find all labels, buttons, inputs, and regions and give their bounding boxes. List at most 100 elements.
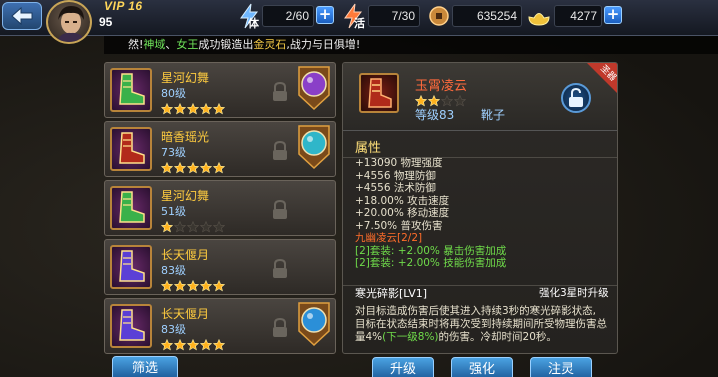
equipment-name: 长天偃月 — [161, 307, 210, 321]
lock-icon — [271, 317, 289, 339]
filter-button[interactable]: 筛选 — [112, 356, 178, 377]
star-filled-icon — [212, 277, 226, 292]
equipment-screen: VIP 16 95 体 2/60 + 活 7/30 635254 4277 + … — [0, 0, 718, 377]
gem-socket-icon — [295, 124, 333, 170]
equipment-stars — [160, 100, 226, 115]
detail-level: 等级83 — [415, 108, 455, 122]
star-filled-icon — [199, 277, 213, 292]
star-filled-icon — [199, 159, 213, 174]
equipment-stars — [160, 218, 226, 233]
star-empty-icon — [453, 92, 467, 111]
equipment-list-item[interactable]: 长天偃月 83级 — [104, 298, 336, 354]
equipment-level: 83级 — [161, 323, 186, 336]
upgrade-button[interactable]: 升级 — [372, 357, 434, 377]
equipment-level: 83级 — [161, 264, 186, 277]
star-filled-icon — [173, 277, 187, 292]
copper-coin-icon — [426, 2, 452, 30]
equipment-name: 星河幻舞 — [161, 71, 210, 85]
skill-description: 对目标造成伤害后使其进入持续3秒的寒光碎影状态, 目标在状态结束时将再次受到持续… — [355, 305, 617, 344]
attributes-title: 属性 — [355, 141, 382, 156]
stamina-value: 2/60 — [262, 5, 314, 27]
equipment-list-item[interactable]: 长天偃月 83级 — [104, 239, 336, 295]
equipment-stars — [160, 336, 226, 351]
ticker-name-2: 女王 — [176, 38, 199, 51]
shoe-item-icon — [110, 127, 152, 171]
star-filled-icon — [160, 159, 174, 174]
star-filled-icon — [160, 100, 174, 115]
ticker-middle: 成功锻造出 — [198, 38, 254, 51]
infuse-button[interactable]: 注灵 — [530, 357, 592, 377]
star-filled-icon — [160, 218, 174, 233]
lock-icon — [271, 81, 289, 103]
skill-name: 寒光碎影[LV1] — [355, 287, 428, 300]
back-arrow-icon — [11, 6, 33, 26]
star-filled-icon — [212, 336, 226, 351]
equipment-name: 星河幻舞 — [161, 189, 210, 203]
enhance-button[interactable]: 强化 — [451, 357, 513, 377]
add-gold-button[interactable]: + — [604, 6, 622, 24]
equipment-name: 暗香瑶光 — [161, 130, 210, 144]
set-bonus: [2]套装: +2.00% 技能伤害加成 — [355, 257, 507, 269]
player-level: 95 — [99, 15, 113, 29]
shoe-item-icon — [110, 186, 152, 230]
ticker-name-1: 神域 — [143, 38, 166, 51]
attribute-line: +20.00% 移动速度 — [355, 207, 450, 219]
star-empty-icon — [199, 218, 213, 233]
unlock-icon — [569, 88, 583, 107]
stamina-label: 体 — [248, 18, 259, 30]
equipment-list-item[interactable]: 星河幻舞 51级 — [104, 180, 336, 236]
news-ticker: 然!神域、女王成功锻造出金灵石,战力与日俱增! — [104, 36, 718, 54]
star-filled-icon — [173, 100, 187, 115]
gem-socket-icon — [295, 301, 333, 347]
equipment-level: 80级 — [161, 87, 186, 100]
ticker-suffix: ,战力与日俱增! — [286, 38, 361, 51]
star-empty-icon — [173, 218, 187, 233]
star-filled-icon — [186, 159, 200, 174]
equipment-list-item[interactable]: 星河幻舞 80级 — [104, 62, 336, 118]
skill-desc-next: (下一级8%) — [382, 331, 439, 343]
star-filled-icon — [173, 159, 187, 174]
equipment-name: 长天偃月 — [161, 248, 210, 262]
holy-badge-text: 圣器 — [598, 63, 618, 84]
attribute-line: +13090 物理强度 — [355, 157, 443, 169]
attribute-line: +7.50% 普攻伤害 — [355, 219, 443, 232]
ticker-item: 金灵石 — [253, 38, 287, 51]
activity-label: 活 — [354, 18, 365, 30]
lock-icon — [271, 258, 289, 280]
ticker-prefix: 然! — [128, 38, 144, 51]
boots-item-icon — [359, 73, 399, 113]
star-filled-icon — [173, 336, 187, 351]
equipment-list: 星河幻舞 80级 暗香瑶光 73级 星河幻舞 51级 长天偃月 83级 长天偃月 83级 — [104, 62, 336, 354]
skill-desc-line: 对目标造成伤害后使其进入持续3秒的寒光碎影状态, — [355, 305, 597, 317]
equipment-stars — [160, 277, 226, 292]
star-filled-icon — [186, 336, 200, 351]
equipment-stars — [160, 159, 226, 174]
holy-badge: 圣器 — [586, 63, 618, 96]
star-filled-icon — [199, 100, 213, 115]
lock-icon — [271, 199, 289, 221]
set-name: 九幽凌云[2/2] — [355, 232, 423, 244]
gold-ingot-icon — [526, 2, 552, 30]
vip-label: VIP 16 — [104, 0, 143, 13]
detail-header: 玉霄凌云 等级83 靴子 圣器 — [343, 63, 618, 131]
player-avatar[interactable] — [46, 0, 92, 44]
skill-desc-line: 目标在状态结束时将再次受到持续期间所受物理伤害总 — [355, 318, 607, 330]
star-filled-icon — [199, 336, 213, 351]
attribute-line: +4556 法术防御 — [355, 182, 436, 194]
attribute-line: +18.00% 攻击速度 — [355, 194, 450, 207]
equipment-list-item[interactable]: 暗香瑶光 73级 — [104, 121, 336, 177]
equipment-detail-panel: 玉霄凌云 等级83 靴子 圣器 属性 +13090 物理强度 +4556 物理防… — [342, 62, 618, 354]
top-bar: VIP 16 95 体 2/60 + 活 7/30 635254 4277 + — [0, 0, 718, 44]
ticker-separator: 、 — [165, 38, 177, 51]
attribute-line: +4556 物理防御 — [355, 169, 436, 182]
set-bonus: [2]套装: +2.00% 暴击伤害加成 — [355, 244, 507, 257]
hero-portrait-icon — [56, 6, 86, 42]
star-filled-icon — [212, 100, 226, 115]
add-stamina-button[interactable]: + — [316, 6, 334, 24]
gem-socket-icon — [295, 65, 333, 111]
back-button[interactable] — [2, 2, 42, 30]
detail-type: 靴子 — [481, 108, 506, 122]
equipment-level: 73级 — [161, 146, 186, 159]
shoe-item-icon — [110, 68, 152, 112]
activity-value: 7/30 — [368, 5, 420, 27]
